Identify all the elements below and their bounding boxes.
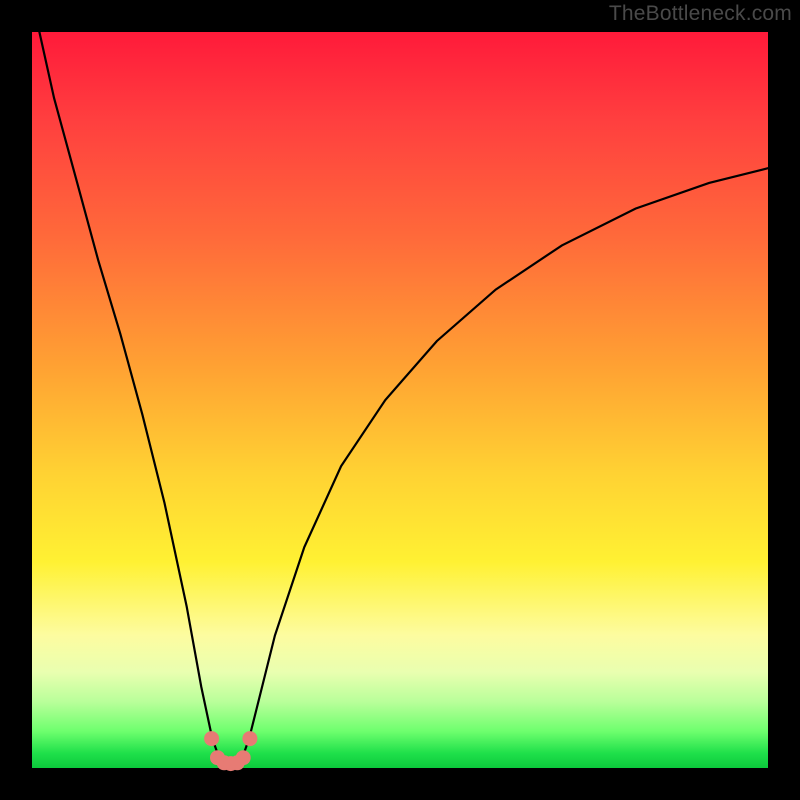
min-region-dot — [242, 731, 257, 746]
chart-frame: TheBottleneck.com — [0, 0, 800, 800]
chart-svg-layer — [0, 0, 800, 800]
bottleneck-curve-path — [39, 32, 768, 764]
min-region-dots-group — [204, 731, 257, 771]
min-region-dot — [236, 750, 251, 765]
min-region-dot — [204, 731, 219, 746]
curve-group — [39, 32, 768, 764]
watermark-text: TheBottleneck.com — [609, 2, 792, 26]
